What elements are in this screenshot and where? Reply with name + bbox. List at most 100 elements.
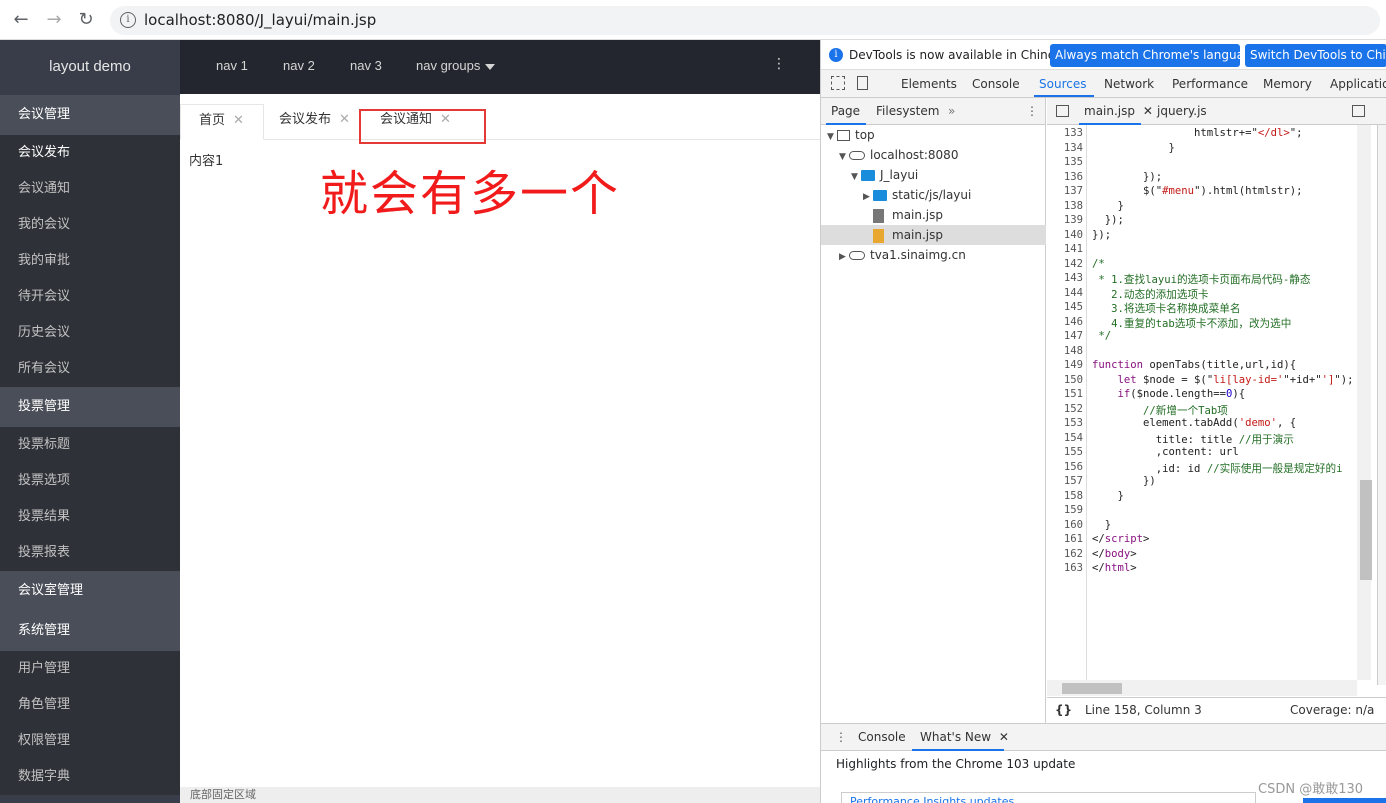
- nav-item-2[interactable]: nav 2: [283, 58, 315, 73]
- more-vertical-icon[interactable]: ⋮: [835, 730, 847, 744]
- more-vertical-icon[interactable]: ⋮: [1026, 104, 1038, 118]
- line-number: 149: [1063, 359, 1083, 371]
- drawer-tab-whats-new[interactable]: What's New ✕: [920, 730, 1009, 744]
- menu-group[interactable]: 投票管理: [0, 387, 180, 427]
- whats-new-card-title[interactable]: Performance Insights updates: [850, 795, 1014, 803]
- tree-node[interactable]: ▶ static/js/layui: [821, 185, 1046, 205]
- file-tab-jquery[interactable]: jquery.js: [1157, 104, 1207, 118]
- whats-new-card[interactable]: Performance Insights updates: [841, 792, 1256, 803]
- address-url[interactable]: localhost:8080/J_layui/main.jsp: [144, 11, 376, 29]
- menu-group[interactable]: 会议室管理: [0, 571, 180, 611]
- tab-network[interactable]: Network: [1104, 77, 1154, 91]
- menu-item[interactable]: 历史会议: [0, 315, 180, 351]
- tab-meeting-publish[interactable]: 会议发布 ✕: [279, 104, 369, 140]
- tree-node[interactable]: main.jsp: [821, 205, 1046, 225]
- tree-node[interactable]: ▼ localhost:8080: [821, 145, 1046, 165]
- line-number: 154: [1063, 431, 1083, 444]
- menu-item[interactable]: 投票选项: [0, 463, 180, 499]
- nav-groups-label: nav groups: [416, 58, 481, 73]
- tab-sources[interactable]: Sources: [1039, 77, 1086, 91]
- tab-console[interactable]: Console: [972, 77, 1020, 91]
- navigator-pane: Page Filesystem » ⋮ ▼ top ▼ localhost:8080 ▼…: [821, 98, 1046, 723]
- line-number: 163: [1063, 562, 1083, 574]
- side-menu-list: 会议管理 会议发布 会议通知 我的会议 我的审批 待开会议 历史会议 所有会议 投票管理 投票标题…: [0, 95, 180, 795]
- expand-triangle-icon[interactable]: ▼: [827, 127, 837, 147]
- tab-content: 内容1: [189, 154, 224, 169]
- menu-item[interactable]: 用户管理: [0, 651, 180, 687]
- always-match-language-button[interactable]: Always match Chrome's language: [1050, 44, 1240, 67]
- line-number: 142: [1063, 257, 1083, 270]
- devtools-infobar: i DevTools is now available in Chinese! …: [821, 40, 1386, 70]
- device-toggle-icon[interactable]: [857, 76, 868, 90]
- address-bar[interactable]: i localhost:8080/J_layui/main.jsp: [110, 6, 1380, 35]
- line-number: 160: [1063, 518, 1083, 531]
- code-line: </script>: [1092, 533, 1150, 545]
- nav-item-3[interactable]: nav 3: [350, 58, 382, 73]
- line-number: 145: [1063, 301, 1083, 313]
- vertical-scroll-thumb[interactable]: [1360, 480, 1372, 580]
- line-number: 144: [1063, 286, 1083, 299]
- more-vertical-icon[interactable]: ⋮: [772, 56, 786, 72]
- menu-item[interactable]: 投票结果: [0, 499, 180, 535]
- expand-triangle-icon[interactable]: ▼: [851, 167, 861, 187]
- whats-new-button[interactable]: [1303, 798, 1386, 803]
- menu-item[interactable]: 投票标题: [0, 427, 180, 463]
- drawer-tab-console[interactable]: Console: [858, 730, 906, 744]
- pretty-print-icon[interactable]: {}: [1055, 703, 1072, 717]
- main-body: 首页 ✕ 会议发布 ✕ 会议通知 ✕ 内容1 就会有多一个 底部固定区域: [180, 94, 820, 803]
- menu-group[interactable]: 会议管理: [0, 95, 180, 135]
- menu-item[interactable]: 权限管理: [0, 723, 180, 759]
- editor-status-bar: {} Line 158, Column 3 Coverage: n/a: [1047, 697, 1386, 721]
- tree-node[interactable]: main.jsp: [821, 225, 1046, 245]
- menu-item[interactable]: 会议发布: [0, 135, 180, 171]
- file-tab-main-label: main.jsp: [1084, 104, 1135, 118]
- tab-home[interactable]: 首页 ✕: [180, 104, 264, 140]
- close-icon[interactable]: ✕: [999, 730, 1009, 744]
- toggle-debugger-icon[interactable]: [1352, 105, 1365, 117]
- drawer-tab-underline: [912, 749, 1004, 751]
- expand-triangle-icon[interactable]: ▼: [839, 147, 849, 167]
- menu-item[interactable]: 投票报表: [0, 535, 180, 571]
- menu-item[interactable]: 会议通知: [0, 171, 180, 207]
- expand-triangle-icon[interactable]: ▶: [863, 187, 873, 207]
- horizontal-scroll-thumb[interactable]: [1062, 683, 1122, 694]
- menu-item[interactable]: 所有会议: [0, 351, 180, 387]
- tab-filesystem[interactable]: Filesystem: [876, 104, 939, 118]
- close-icon[interactable]: ✕: [1143, 104, 1153, 118]
- nav-item-1[interactable]: nav 1: [216, 58, 248, 73]
- tree-node[interactable]: ▼ J_layui: [821, 165, 1046, 185]
- reload-icon[interactable]: ↻: [74, 8, 98, 32]
- tab-elements[interactable]: Elements: [901, 77, 957, 91]
- more-tabs-icon[interactable]: »: [948, 104, 955, 118]
- tab-application[interactable]: Application: [1330, 77, 1386, 91]
- back-arrow-icon[interactable]: ←: [9, 8, 33, 32]
- tab-performance[interactable]: Performance: [1172, 77, 1248, 91]
- menu-item[interactable]: 待开会议: [0, 279, 180, 315]
- forward-arrow-icon[interactable]: →: [42, 8, 66, 32]
- tree-node[interactable]: ▼ top: [821, 125, 1046, 145]
- code-line: }: [1092, 518, 1112, 531]
- menu-item[interactable]: 数据字典: [0, 759, 180, 795]
- expand-triangle-icon[interactable]: ▶: [839, 247, 849, 267]
- menu-group[interactable]: 系统管理: [0, 611, 180, 651]
- menu-item[interactable]: 我的审批: [0, 243, 180, 279]
- file-tab-main[interactable]: main.jsp ✕: [1084, 104, 1153, 118]
- menu-item[interactable]: 角色管理: [0, 687, 180, 723]
- tab-page[interactable]: Page: [831, 104, 860, 118]
- toggle-navigator-icon[interactable]: [1056, 105, 1069, 117]
- annotation-text: 就会有多一个: [320, 166, 621, 222]
- tab-memory[interactable]: Memory: [1263, 77, 1312, 91]
- code-line: * 1.查找layui的选项卡页面布局代码-静态: [1092, 274, 1311, 286]
- close-icon[interactable]: ✕: [339, 112, 350, 127]
- switch-to-chinese-button[interactable]: Switch DevTools to Chinese: [1245, 44, 1386, 67]
- close-icon[interactable]: ✕: [233, 113, 244, 128]
- code-line: 2.动态的添加选项卡: [1092, 288, 1209, 301]
- tree-node[interactable]: ▶ tva1.sinaimg.cn: [821, 245, 1046, 265]
- site-info-icon[interactable]: i: [120, 12, 136, 28]
- devtools-tabs: Elements Console Sources Network Perform…: [821, 70, 1386, 98]
- inspect-element-icon[interactable]: [831, 76, 845, 90]
- code-editor[interactable]: 133 htmlstr+="</dl>"; 134 } 135 136 }); 137 …: [1047, 125, 1386, 680]
- menu-item[interactable]: 我的会议: [0, 207, 180, 243]
- vertical-scrollbar[interactable]: [1357, 125, 1371, 680]
- nav-item-groups[interactable]: nav groups: [416, 58, 496, 73]
